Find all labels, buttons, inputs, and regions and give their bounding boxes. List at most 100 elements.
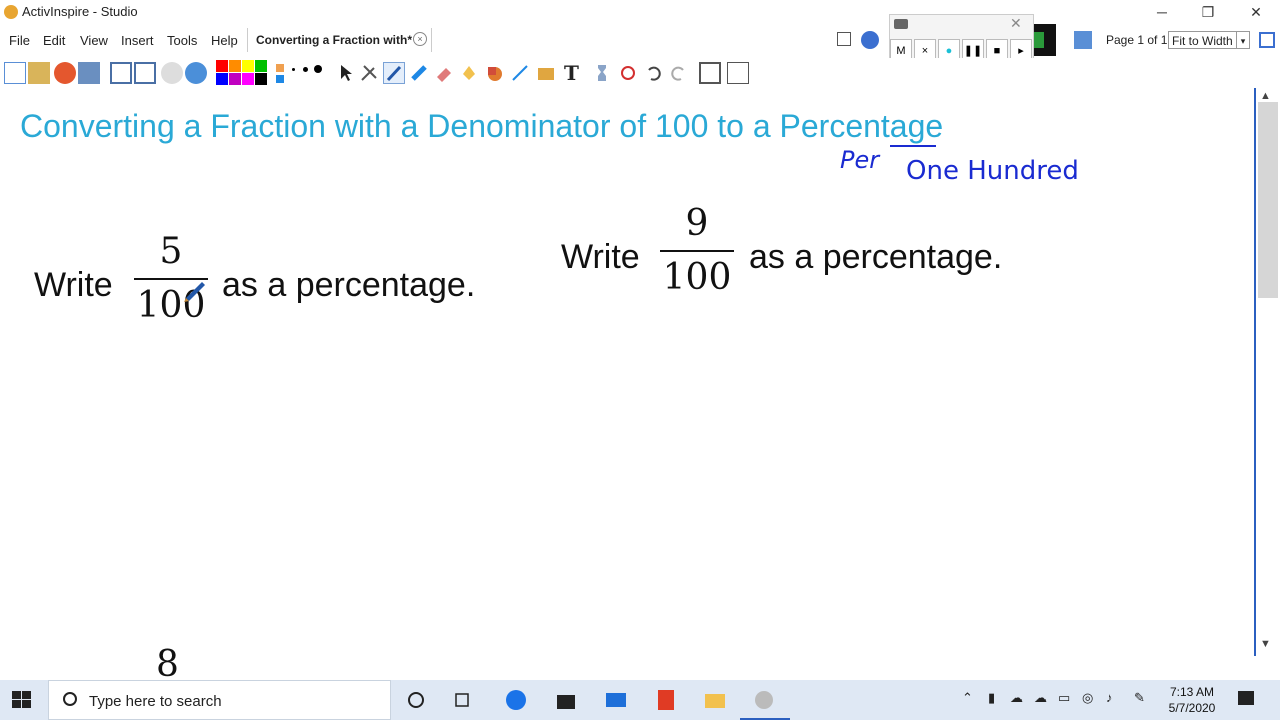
color-swatch-orange[interactable] xyxy=(229,60,241,72)
clock-time: 7:13 AM xyxy=(1169,685,1215,699)
zoom-select[interactable]: Fit to Width ▾ xyxy=(1168,31,1250,49)
eraser-icon[interactable] xyxy=(433,62,455,84)
profile-icon[interactable] xyxy=(861,31,879,49)
volume-icon[interactable]: ♪ xyxy=(1106,690,1113,705)
text-icon[interactable]: T xyxy=(560,61,582,85)
pen-workspace-icon[interactable]: ✎ xyxy=(1134,690,1145,706)
activinspire-taskbar-icon[interactable] xyxy=(752,688,776,712)
connector-icon[interactable] xyxy=(509,62,531,84)
battery-icon[interactable]: ▭ xyxy=(1058,690,1070,706)
undo-icon[interactable] xyxy=(643,62,665,84)
scroll-up-icon[interactable]: ▲ xyxy=(1260,90,1271,102)
menu-tools[interactable]: Tools xyxy=(167,33,197,48)
scrollbar-thumb[interactable] xyxy=(1258,102,1278,298)
system-clock[interactable]: 7:13 AM 5/7/2020 xyxy=(1160,684,1224,716)
network-icon[interactable]: ◎ xyxy=(1082,690,1093,706)
main-menu-icon[interactable] xyxy=(4,62,26,84)
search-icon xyxy=(63,692,77,706)
web-browser-icon[interactable] xyxy=(185,62,207,84)
problem1-suffix: as a percentage. xyxy=(222,266,476,304)
color-swatch-magenta[interactable] xyxy=(242,73,254,85)
title-bar: ActivInspire - Studio ─ ❐ ✕ xyxy=(0,0,1280,24)
document-tab[interactable]: Converting a Fraction with* × xyxy=(247,28,432,52)
toolbox-icon[interactable] xyxy=(727,62,749,84)
page-indicator: Page 1 of 1 xyxy=(1106,33,1168,47)
redo-icon[interactable] xyxy=(667,62,689,84)
window-title: ActivInspire - Studio xyxy=(22,4,138,19)
resource-icon[interactable] xyxy=(535,62,557,84)
onedrive-icon[interactable]: ☁ xyxy=(1010,690,1023,706)
windows-start-icon[interactable] xyxy=(12,691,32,709)
refresh-icon[interactable] xyxy=(617,62,639,84)
scroll-down-icon[interactable]: ▼ xyxy=(1260,638,1271,650)
page-notes-icon[interactable] xyxy=(699,62,721,84)
task-view-icon[interactable] xyxy=(452,688,476,712)
problem2-numerator: 9 xyxy=(685,203,709,244)
color-palette xyxy=(216,60,270,86)
search-placeholder: Type here to search xyxy=(89,693,222,710)
select-icon[interactable] xyxy=(334,62,356,84)
color-swatch-green[interactable] xyxy=(255,60,267,72)
notifications-icon[interactable] xyxy=(1238,691,1254,705)
handwriting-one-hundred: One Hundred xyxy=(906,156,1079,186)
tools-icon[interactable] xyxy=(358,62,380,84)
highlighter-icon[interactable] xyxy=(408,62,430,84)
problem1-write-label: Write xyxy=(34,266,113,304)
minimize-button[interactable]: ─ xyxy=(1142,2,1182,22)
menu-help[interactable]: Help xyxy=(211,33,238,48)
browsers-icon[interactable] xyxy=(28,62,50,84)
microphone-icon[interactable]: ▮ xyxy=(988,690,995,706)
color-swatch-blue[interactable] xyxy=(216,73,228,85)
main-toolbar: T xyxy=(0,58,1280,88)
next-page-icon[interactable] xyxy=(134,62,156,84)
pen-width-icon[interactable] xyxy=(276,62,326,84)
menu-file[interactable]: File xyxy=(9,33,30,48)
file-explorer-icon[interactable] xyxy=(703,688,727,712)
office-icon[interactable] xyxy=(654,688,678,712)
page-browser-icon[interactable] xyxy=(1074,31,1092,49)
color-swatch-red[interactable] xyxy=(216,60,228,72)
menu-insert[interactable]: Insert xyxy=(121,33,154,48)
record-icon[interactable] xyxy=(161,62,183,84)
fill-icon[interactable] xyxy=(458,62,480,84)
taskbar-search[interactable]: Type here to search xyxy=(48,680,391,720)
svg-text:T: T xyxy=(564,62,579,84)
problem1-numerator: 5 xyxy=(159,231,183,272)
chevron-up-icon[interactable]: ⌃ xyxy=(962,690,973,706)
camera-icon xyxy=(894,19,908,29)
recorder-close-icon[interactable]: ✕ xyxy=(1010,15,1022,32)
color-swatch-purple[interactable] xyxy=(229,73,241,85)
previous-page-icon[interactable] xyxy=(110,62,132,84)
pen-icon[interactable] xyxy=(383,62,405,84)
flipchart-canvas[interactable]: Converting a Fraction with a Denominator… xyxy=(0,88,1254,685)
handwriting-underline xyxy=(890,145,936,147)
menu-view[interactable]: View xyxy=(80,33,108,48)
mail-icon[interactable] xyxy=(604,688,628,712)
close-button[interactable]: ✕ xyxy=(1236,2,1276,22)
cortana-icon[interactable] xyxy=(404,688,428,712)
zoom-value: Fit to Width xyxy=(1172,34,1233,48)
undo-all-icon[interactable] xyxy=(54,62,76,84)
problem2-write-label: Write xyxy=(561,238,640,276)
desktop-annotate-icon[interactable] xyxy=(78,62,100,84)
restore-button[interactable]: ❐ xyxy=(1188,2,1228,22)
shape-icon[interactable] xyxy=(484,62,506,84)
edge-icon[interactable] xyxy=(504,688,528,712)
reset-page-icon[interactable] xyxy=(591,62,613,84)
fullscreen-icon[interactable] xyxy=(1259,32,1275,48)
page-heading: Converting a Fraction with a Denominator… xyxy=(20,108,944,144)
cloud-icon[interactable]: ☁ xyxy=(1034,690,1047,706)
store-icon[interactable] xyxy=(554,688,578,712)
document-tab-label: Converting a Fraction with* xyxy=(256,33,413,47)
chevron-down-icon: ▾ xyxy=(1236,32,1249,48)
problem2-fraction: 9 100 xyxy=(660,204,734,298)
pen-cursor-icon xyxy=(182,276,208,307)
page-list-icon[interactable] xyxy=(837,32,851,46)
windows-taskbar: Type here to search ⌃ ▮ ☁ ☁ ▭ ◎ ♪ ✎ 7:13… xyxy=(0,680,1280,720)
problem2-fraction-bar xyxy=(660,250,734,252)
menu-edit[interactable]: Edit xyxy=(43,33,65,48)
vertical-scrollbar[interactable]: ▲ ▼ xyxy=(1254,88,1280,656)
document-tab-close-icon[interactable]: × xyxy=(413,32,427,46)
color-swatch-black[interactable] xyxy=(255,73,267,85)
color-swatch-yellow[interactable] xyxy=(242,60,254,72)
